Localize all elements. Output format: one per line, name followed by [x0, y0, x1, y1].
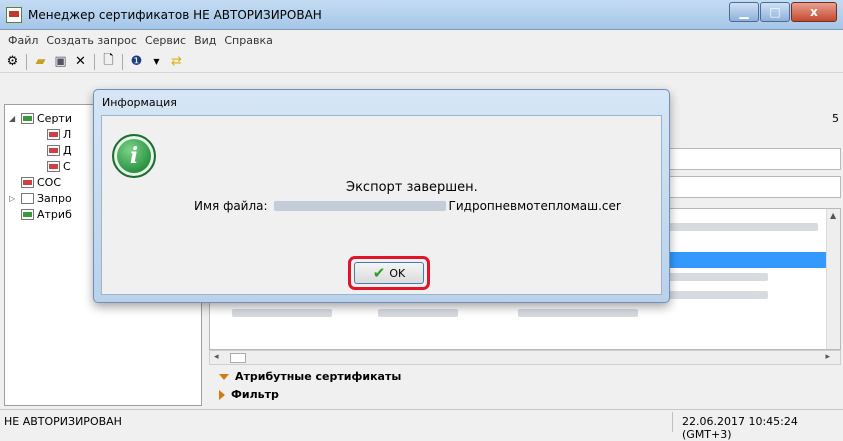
certificate-icon — [47, 144, 60, 156]
close-button[interactable]: x — [791, 2, 837, 22]
expander-icon[interactable]: ◢ — [9, 114, 18, 123]
file-name-line: Имя файла: Гидропневмотепломаш.cer — [194, 199, 621, 213]
tree-item-d[interactable]: Д — [47, 143, 72, 157]
request-icon — [21, 192, 34, 204]
collapse-icon — [219, 373, 229, 380]
toolbar-separator — [122, 53, 123, 70]
chevron-down-icon[interactable]: ▼ — [148, 53, 165, 70]
window-controls: ▁ □ x — [729, 2, 837, 22]
certificate-icon — [47, 160, 60, 172]
delete-icon[interactable]: ✕ — [72, 53, 89, 70]
status-datetime: 22.06.2017 10:45:24 (GMT+3) — [682, 415, 798, 441]
status-divider — [672, 412, 673, 432]
tree-item-label: Серти — [37, 111, 72, 125]
open-icon[interactable]: ▰ — [32, 53, 49, 70]
attribute-icon — [21, 208, 34, 220]
minimize-button[interactable]: ▁ — [729, 2, 759, 22]
tree-item-attr[interactable]: Атриб — [21, 207, 72, 221]
menu-file[interactable]: Файл — [4, 34, 42, 47]
tree-item-s[interactable]: С — [47, 159, 71, 173]
section-filter[interactable]: Фильтр — [219, 388, 279, 401]
window-title: Менеджер сертификатов НЕ АВТОРИЗИРОВАН — [28, 8, 322, 22]
redacted-text — [518, 309, 638, 317]
ok-button[interactable]: ✔ OK — [354, 262, 424, 284]
title-bar: Менеджер сертификатов НЕ АВТОРИЗИРОВАН ▁… — [0, 0, 843, 30]
ok-highlight: ✔ OK — [348, 256, 430, 290]
tree-item-label: Атриб — [37, 207, 72, 221]
menu-view[interactable]: Вид — [190, 34, 220, 47]
scroll-right-icon[interactable]: ▸ — [825, 352, 830, 362]
tree-item-crl[interactable]: СОС — [21, 175, 61, 189]
redacted-text — [668, 273, 768, 281]
menu-help[interactable]: Справка — [220, 34, 276, 47]
item-count: 5 — [832, 112, 839, 125]
dialog-message: Экспорт завершен. — [346, 180, 478, 195]
dialog-body: i Экспорт завершен. Имя файла: Гидропнев… — [101, 115, 662, 295]
toolbar-separator — [26, 53, 27, 70]
tree-item-label: Запро — [37, 191, 72, 205]
vertical-scrollbar[interactable]: ▲ — [826, 209, 840, 349]
tree-item-label: Д — [63, 143, 72, 157]
document-icon[interactable]: 🗋 — [100, 53, 117, 70]
toolbar-separator — [94, 53, 95, 70]
certificate-icon — [47, 128, 60, 140]
checkmark-icon: ✔ — [372, 263, 386, 282]
list-item[interactable] — [218, 305, 818, 321]
expand-icon — [219, 389, 225, 400]
section-label: Атрибутные сертификаты — [235, 370, 402, 383]
tree-item-requests[interactable]: ▷ Запро — [9, 191, 72, 205]
certificate-icon — [21, 112, 34, 124]
maximize-button[interactable]: □ — [760, 2, 790, 22]
status-bar: НЕ АВТОРИЗИРОВАН 22.06.2017 10:45:24 (GM… — [0, 409, 843, 441]
info-icon[interactable]: ❶ — [128, 53, 145, 70]
tree-item-l[interactable]: Л — [47, 127, 71, 141]
redacted-text — [232, 309, 332, 317]
dialog-title: Информация — [102, 96, 177, 109]
settings-icon[interactable]: ⚙ — [4, 53, 21, 70]
scroll-up-icon[interactable]: ▲ — [830, 211, 836, 220]
section-attr-certs[interactable]: Атрибутные сертификаты — [219, 370, 401, 383]
scroll-thumb[interactable] — [230, 353, 246, 363]
redacted-text — [668, 223, 818, 231]
tree-item-certs[interactable]: ◢ Серти — [9, 111, 72, 125]
scroll-left-icon[interactable]: ◂ — [214, 352, 219, 362]
file-name-value: Гидропневмотепломаш.cer — [448, 199, 621, 213]
tree-item-label: С — [63, 159, 71, 173]
menu-bar: Файл Создать запрос Сервис Вид Справка — [0, 31, 843, 50]
crl-icon — [21, 176, 34, 188]
tree-item-label: Л — [63, 127, 72, 141]
information-icon: i — [112, 134, 156, 178]
redacted-text — [378, 309, 458, 317]
file-name-label: Имя файла: — [194, 199, 268, 213]
import-icon[interactable]: ▣ — [52, 53, 69, 70]
info-dialog: Информация i Экспорт завершен. Имя файла… — [93, 89, 670, 303]
expander-icon[interactable]: ▷ — [9, 194, 18, 203]
app-icon — [6, 7, 22, 23]
refresh-icon[interactable]: ⇄ — [168, 53, 185, 70]
redacted-path — [273, 201, 446, 211]
auth-status: НЕ АВТОРИЗИРОВАН — [4, 415, 122, 428]
toolbar: ⚙ ▰ ▣ ✕ 🗋 ❶ ▼ ⇄ — [0, 51, 843, 73]
menu-create-request[interactable]: Создать запрос — [42, 34, 141, 47]
tree-item-label: СОС — [37, 175, 62, 189]
section-label: Фильтр — [231, 388, 279, 401]
ok-label: OK — [389, 266, 406, 280]
horizontal-scrollbar[interactable]: ◂ ▸ — [209, 350, 841, 365]
menu-service[interactable]: Сервис — [141, 34, 190, 47]
